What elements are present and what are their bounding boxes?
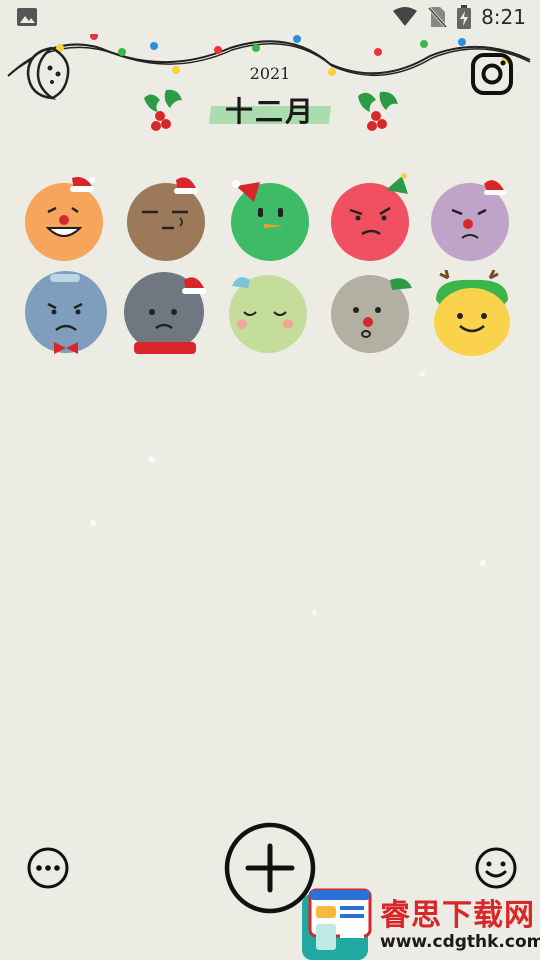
wifi-icon [393, 7, 418, 26]
mood-face-brown-santa[interactable] [122, 172, 212, 262]
mood-face-gray-reindeer-nose[interactable] [326, 270, 416, 360]
watermark-title: 睿思下载网 [380, 898, 535, 933]
mood-face-lime-sleepy[interactable] [224, 270, 314, 360]
snowflake-decoration [312, 610, 317, 615]
mood-face-yellow-reindeer[interactable] [428, 270, 518, 360]
more-options-button[interactable] [26, 846, 70, 890]
image-icon [17, 8, 37, 26]
month-label: 十二月 [224, 95, 315, 128]
mood-face-purple-sad[interactable] [428, 172, 518, 262]
snowflake-decoration [420, 372, 425, 377]
holly-decoration-icon [144, 89, 182, 131]
site-logo-icon [302, 888, 372, 960]
more-options-icon [27, 847, 69, 889]
mood-face-red-angry[interactable] [326, 172, 416, 262]
snowflake-decoration [90, 520, 96, 526]
mood-face-blue-bowtie[interactable] [20, 270, 110, 360]
header: 2021 十二月 [0, 34, 540, 154]
watermark-banner[interactable]: 睿思下载网 www.cdgthk.com [296, 884, 540, 960]
snowflake-decoration [148, 456, 155, 463]
instagram-button[interactable] [470, 52, 514, 96]
mood-face-gray-scarf[interactable] [122, 270, 212, 360]
watermark-url: www.cdgthk.com [380, 932, 540, 952]
holly-decoration-icon [358, 91, 398, 131]
year-label: 2021 [249, 64, 291, 83]
no-sim-icon [427, 6, 448, 28]
status-time: 8:21 [481, 5, 526, 29]
mood-face-green-snowman[interactable] [224, 172, 314, 262]
status-bar: 8:21 [0, 0, 540, 34]
mood-face-orange-clown[interactable] [20, 172, 110, 262]
instagram-icon [471, 53, 513, 95]
battery-charging-icon [457, 5, 472, 29]
month-heading: 十二月 [209, 90, 331, 130]
snowflake-decoration [480, 560, 486, 566]
